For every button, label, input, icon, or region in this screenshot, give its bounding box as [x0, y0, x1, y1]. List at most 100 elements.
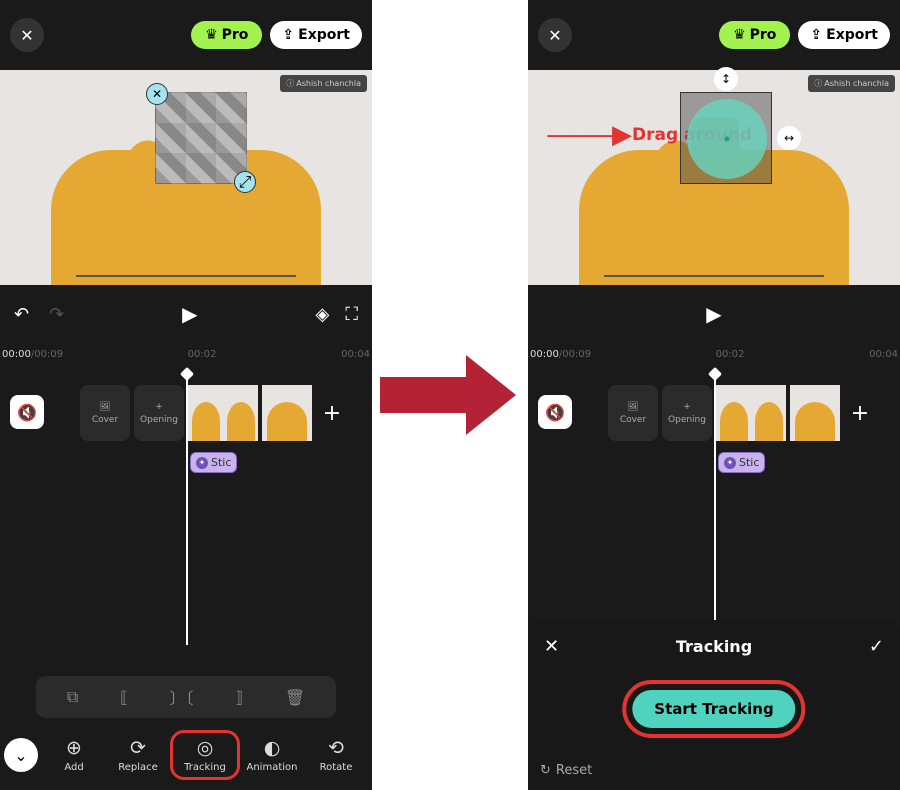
tracking-overlay[interactable]: ↕ ↔ [680, 92, 772, 184]
mute-button[interactable]: 🔇 [538, 395, 572, 429]
panel-header: ✕ Tracking ✓ [544, 636, 884, 657]
cover-label: Cover [620, 415, 646, 425]
pixelate-overlay[interactable]: ✕ ⤢ [155, 92, 247, 184]
close-button[interactable]: ✕ [10, 18, 44, 52]
export-button[interactable]: ⇪Export [798, 21, 890, 49]
video-clip[interactable] [716, 385, 786, 441]
split-button[interactable]: 〕〔 [170, 685, 194, 709]
add-clip-button[interactable]: + [844, 385, 876, 441]
vertical-handle-icon[interactable]: ↕ [714, 67, 738, 91]
delete-button[interactable]: 🗑 [285, 688, 305, 707]
crown-icon: ♛ [205, 27, 218, 43]
sticker-label: Stic [211, 456, 231, 469]
sticker-icon: ✦ [724, 457, 736, 469]
overlay-close-icon[interactable]: ✕ [146, 83, 168, 105]
edit-toolbar: ⧉ ⟦ 〕〔 ⟧ 🗑 [36, 676, 336, 718]
rotate-icon: ⟲ [328, 737, 344, 759]
replace-label: Replace [118, 762, 158, 773]
video-viewport[interactable]: ⓘAshish chanchla ✕ ⤢ [0, 70, 372, 285]
tracking-label: Tracking [184, 762, 226, 773]
cover-slot[interactable]: 🖼 Cover [608, 385, 658, 441]
horizontal-handle-icon[interactable]: ↔ [777, 126, 801, 150]
split-left-button[interactable]: ⟦ [120, 688, 128, 707]
plus-icon: + [155, 402, 163, 412]
plus-icon: + [683, 402, 691, 412]
opening-slot[interactable]: + Opening [662, 385, 712, 441]
reset-button[interactable]: ↻ Reset [540, 763, 592, 778]
reset-icon: ↻ [540, 763, 551, 778]
overlay-resize-icon[interactable]: ⤢ [234, 171, 256, 193]
playhead[interactable] [186, 375, 188, 645]
top-bar: ✕ ♛Pro ⇪Export [528, 0, 900, 70]
panel-title: Tracking [676, 637, 752, 656]
top-right-group: ♛Pro ⇪Export [191, 21, 362, 49]
timeline[interactable]: 🔇 🖼 Cover + Opening + ✦Stic [528, 365, 900, 580]
pro-label: Pro [222, 27, 249, 43]
watermark-tag: ⓘAshish chanchla [280, 75, 367, 92]
add-tool[interactable]: ⊕ Add [42, 733, 106, 777]
cover-label: Cover [92, 415, 118, 425]
timeline[interactable]: 🔇 🖼 Cover + Opening + ✦Stic [0, 365, 372, 580]
animation-tool[interactable]: ◐ Animation [240, 733, 304, 777]
playback-controls: ↶ ↷ ▶ ◈ ⛶ [0, 285, 372, 343]
close-button[interactable]: ✕ [538, 18, 572, 52]
start-tracking-button[interactable]: Start Tracking [632, 690, 795, 728]
pro-button[interactable]: ♛Pro [191, 21, 262, 49]
play-button[interactable]: ▶ [706, 302, 721, 326]
transition-arrow [380, 355, 520, 435]
video-viewport[interactable]: ⓘAshish chanchla ———▶ Drag around ↕ ↔ [528, 70, 900, 285]
copy-button[interactable]: ⧉ [67, 687, 78, 707]
video-clip[interactable] [262, 385, 312, 441]
panel-confirm-button[interactable]: ✓ [869, 636, 884, 657]
tracking-circle[interactable] [687, 99, 767, 179]
tracking-icon: ◎ [197, 737, 214, 759]
animation-icon: ◐ [264, 737, 281, 759]
tracking-panel: ✕ Tracking ✓ Start Tracking ↻ Reset [528, 620, 900, 790]
keyframe-button[interactable]: ◈ [316, 304, 330, 325]
video-clip[interactable] [790, 385, 840, 441]
tracking-tool[interactable]: ◎ Tracking [170, 730, 240, 780]
playback-controls: ▶ [528, 285, 900, 343]
image-icon: 🖼 [627, 402, 638, 412]
pro-label: Pro [750, 27, 777, 43]
play-button[interactable]: ▶ [182, 302, 197, 326]
opening-label: Opening [140, 415, 178, 425]
export-label: Export [826, 27, 878, 43]
opening-label: Opening [668, 415, 706, 425]
add-label: Add [64, 762, 83, 773]
add-icon: ⊕ [66, 737, 82, 759]
replace-tool[interactable]: ⟳Replace [106, 733, 170, 777]
phone-left: ✕ ♛Pro ⇪Export ⓘAshish chanchla ✕ ⤢ ↶ ↷ … [0, 0, 372, 790]
watermark-tag: ⓘAshish chanchla [808, 75, 895, 92]
bottom-toolbar: ⌄ ⊕ Add ⟳Replace ◎ Tracking ◐ Animation ⟲ Ro… [0, 720, 372, 790]
video-clip[interactable] [188, 385, 258, 441]
collapse-button[interactable]: ⌄ [4, 738, 38, 772]
image-icon: 🖼 [99, 402, 110, 412]
opening-slot[interactable]: + Opening [134, 385, 184, 441]
sticker-clip[interactable]: ✦Stic [718, 452, 765, 473]
upload-icon: ⇪ [282, 27, 294, 43]
undo-button[interactable]: ↶ [14, 304, 29, 325]
panel-close-button[interactable]: ✕ [544, 636, 559, 657]
cover-slot[interactable]: 🖼 Cover [80, 385, 130, 441]
split-right-button[interactable]: ⟧ [235, 688, 243, 707]
arrow-icon: ———▶ [546, 120, 628, 150]
sticker-clip[interactable]: ✦Stic [190, 452, 237, 473]
crown-icon: ♛ [733, 27, 746, 43]
rotate-label: Rotate [320, 762, 353, 773]
pro-button[interactable]: ♛Pro [719, 21, 790, 49]
redo-button[interactable]: ↷ [49, 304, 64, 325]
rotate-tool[interactable]: ⟲ Rotate [304, 733, 368, 777]
add-clip-button[interactable]: + [316, 385, 348, 441]
top-bar: ✕ ♛Pro ⇪Export [0, 0, 372, 70]
timecode-ruler: 00:00/00:09 00:02 00:04 [0, 343, 372, 365]
mute-button[interactable]: 🔇 [10, 395, 44, 429]
export-label: Export [298, 27, 350, 43]
top-right-group: ♛Pro ⇪Export [719, 21, 890, 49]
reset-label: Reset [556, 763, 592, 778]
animation-label: Animation [247, 762, 298, 773]
sticker-label: Stic [739, 456, 759, 469]
timecode-ruler: 00:00/00:09 00:02 00:04 [528, 343, 900, 365]
fullscreen-button[interactable]: ⛶ [345, 304, 358, 325]
export-button[interactable]: ⇪Export [270, 21, 362, 49]
